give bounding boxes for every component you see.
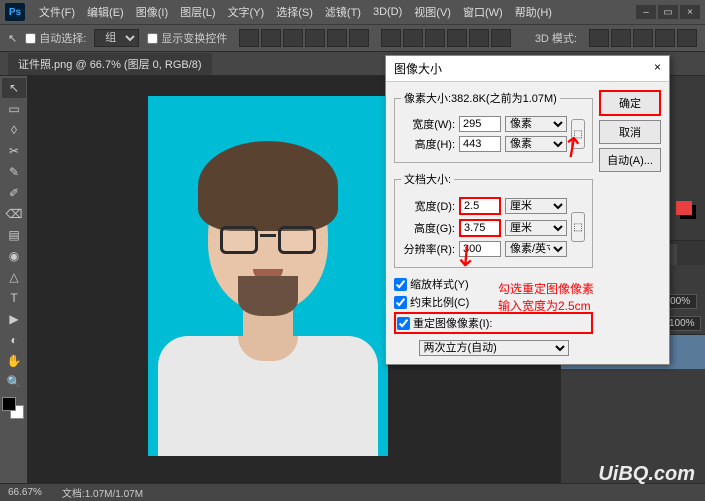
height-g-label: 高度(G): — [401, 220, 455, 236]
distribute-icons — [381, 29, 511, 47]
ok-button[interactable]: 确定 — [599, 90, 661, 116]
watermark: UiBQ.com — [598, 463, 695, 486]
height-g-input[interactable] — [459, 219, 501, 237]
pixel-dims-legend: 像素大小:382.8K(之前为1.07M) — [401, 90, 560, 106]
menu-help[interactable]: 帮助(H) — [509, 4, 558, 20]
close-button[interactable]: × — [680, 5, 700, 19]
menu-view[interactable]: 视图(V) — [408, 4, 457, 20]
gradient-tool[interactable]: ▤ — [2, 225, 26, 245]
resample-method-dropdown[interactable]: 两次立方(自动) — [419, 340, 569, 356]
auto-select-dropdown[interactable]: 组 — [94, 29, 139, 47]
document-size-fieldset: 文档大小: 宽度(D): 厘米 高度(G): 厘米 — [394, 171, 593, 268]
align-icon[interactable] — [327, 29, 347, 47]
menu-select[interactable]: 选择(S) — [270, 4, 319, 20]
align-icon[interactable] — [239, 29, 259, 47]
auto-button[interactable]: 自动(A)... — [599, 148, 661, 172]
window-controls: – ▭ × — [636, 5, 700, 19]
resolution-label: 分辨率(R): — [401, 241, 455, 257]
menu-edit[interactable]: 编辑(E) — [81, 4, 130, 20]
annotation-text: 勾选重定图像像素 输入宽度为2.5cm — [498, 280, 594, 314]
hand-tool[interactable]: ✋ — [2, 351, 26, 371]
options-bar: ↖ 自动选择: 组 显示变换控件 3D 模式: — [0, 24, 705, 52]
resample-label: 重定图像像素(I): — [413, 315, 492, 331]
resolution-unit[interactable]: 像素/英寸 — [505, 241, 567, 257]
scale-styles-checkbox[interactable] — [394, 278, 407, 291]
zoom-tool[interactable]: 🔍 — [2, 372, 26, 392]
align-icon[interactable] — [349, 29, 369, 47]
fill-input[interactable] — [666, 316, 701, 331]
auto-select-checkbox[interactable]: 自动选择: — [25, 30, 86, 46]
width-d-label: 宽度(D): — [401, 198, 455, 214]
distribute-icon[interactable] — [403, 29, 423, 47]
mode3d-icon[interactable] — [589, 29, 609, 47]
scale-styles-label: 缩放样式(Y) — [410, 276, 469, 292]
move-tool-icon: ↖ — [8, 32, 17, 45]
marquee-tool[interactable]: ▭ — [2, 99, 26, 119]
distribute-icon[interactable] — [425, 29, 445, 47]
width-px-unit[interactable]: 像素 — [505, 116, 567, 132]
eyedropper-tool[interactable]: ✎ — [2, 162, 26, 182]
align-icon[interactable] — [283, 29, 303, 47]
color-swatch[interactable] — [676, 201, 700, 219]
show-transform-checkbox[interactable]: 显示变换控件 — [147, 30, 227, 46]
align-icon[interactable] — [305, 29, 325, 47]
distribute-icon[interactable] — [491, 29, 511, 47]
dialog-close-icon[interactable]: × — [654, 60, 661, 77]
ps-logo: Ps — [5, 3, 25, 21]
height-g-unit[interactable]: 厘米 — [505, 220, 567, 236]
menu-filter[interactable]: 滤镜(T) — [319, 4, 367, 20]
image-size-dialog: 图像大小 × 像素大小:382.8K(之前为1.07M) 宽度(W): 像素 高… — [385, 55, 670, 365]
zoom-level[interactable]: 66.67% — [8, 487, 42, 498]
mode3d-icon[interactable] — [677, 29, 697, 47]
path-tool[interactable]: ▶ — [2, 309, 26, 329]
width-px-input[interactable] — [459, 116, 501, 132]
resample-checkbox[interactable] — [397, 317, 410, 330]
constrain-checkbox[interactable] — [394, 296, 407, 309]
move-tool[interactable]: ↖ — [2, 78, 26, 98]
menu-window[interactable]: 窗口(W) — [457, 4, 509, 20]
minimize-button[interactable]: – — [636, 5, 656, 19]
lasso-tool[interactable]: ◊ — [2, 120, 26, 140]
color-picker[interactable] — [2, 397, 26, 419]
pen-tool[interactable]: △ — [2, 267, 26, 287]
link-icon[interactable]: ⬚ — [571, 212, 585, 242]
width-d-unit[interactable]: 厘米 — [505, 198, 567, 214]
width-px-label: 宽度(W): — [401, 116, 455, 132]
type-tool[interactable]: T — [2, 288, 26, 308]
id-photo — [148, 96, 388, 456]
menubar: Ps 文件(F) 编辑(E) 图像(I) 图层(L) 文字(Y) 选择(S) 滤… — [0, 0, 705, 24]
align-icons — [239, 29, 369, 47]
doc-info: 文档:1.07M/1.07M — [62, 485, 143, 500]
height-px-label: 高度(H): — [401, 136, 455, 152]
distribute-icon[interactable] — [381, 29, 401, 47]
toolbox: ↖ ▭ ◊ ✂ ✎ ✐ ⌫ ▤ ◉ △ T ▶ ◐ ✋ 🔍 — [0, 76, 28, 486]
width-d-input[interactable] — [459, 197, 501, 215]
distribute-icon[interactable] — [469, 29, 489, 47]
menu-3d[interactable]: 3D(D) — [367, 6, 408, 18]
constrain-label: 约束比例(C) — [410, 294, 469, 310]
menu-file[interactable]: 文件(F) — [33, 4, 81, 20]
shape-tool[interactable]: ◐ — [2, 330, 26, 350]
mode3d-icon[interactable] — [611, 29, 631, 47]
menu-type[interactable]: 文字(Y) — [222, 4, 271, 20]
crop-tool[interactable]: ✂ — [2, 141, 26, 161]
distribute-icon[interactable] — [447, 29, 467, 47]
mode-3d-icons — [589, 29, 697, 47]
dialog-titlebar[interactable]: 图像大小 × — [386, 56, 669, 82]
menu-image[interactable]: 图像(I) — [130, 4, 174, 20]
menu-layer[interactable]: 图层(L) — [174, 4, 221, 20]
cancel-button[interactable]: 取消 — [599, 120, 661, 144]
mode3d-icon[interactable] — [655, 29, 675, 47]
dialog-title-text: 图像大小 — [394, 60, 442, 77]
mode-3d-label: 3D 模式: — [535, 30, 577, 46]
align-icon[interactable] — [261, 29, 281, 47]
height-px-input[interactable] — [459, 136, 501, 152]
eraser-tool[interactable]: ⌫ — [2, 204, 26, 224]
blur-tool[interactable]: ◉ — [2, 246, 26, 266]
maximize-button[interactable]: ▭ — [658, 5, 678, 19]
doc-size-legend: 文档大小: — [401, 171, 454, 187]
document-tab[interactable]: 证件照.png @ 66.7% (图层 0, RGB/8) — [8, 53, 212, 75]
mode3d-icon[interactable] — [633, 29, 653, 47]
brush-tool[interactable]: ✐ — [2, 183, 26, 203]
